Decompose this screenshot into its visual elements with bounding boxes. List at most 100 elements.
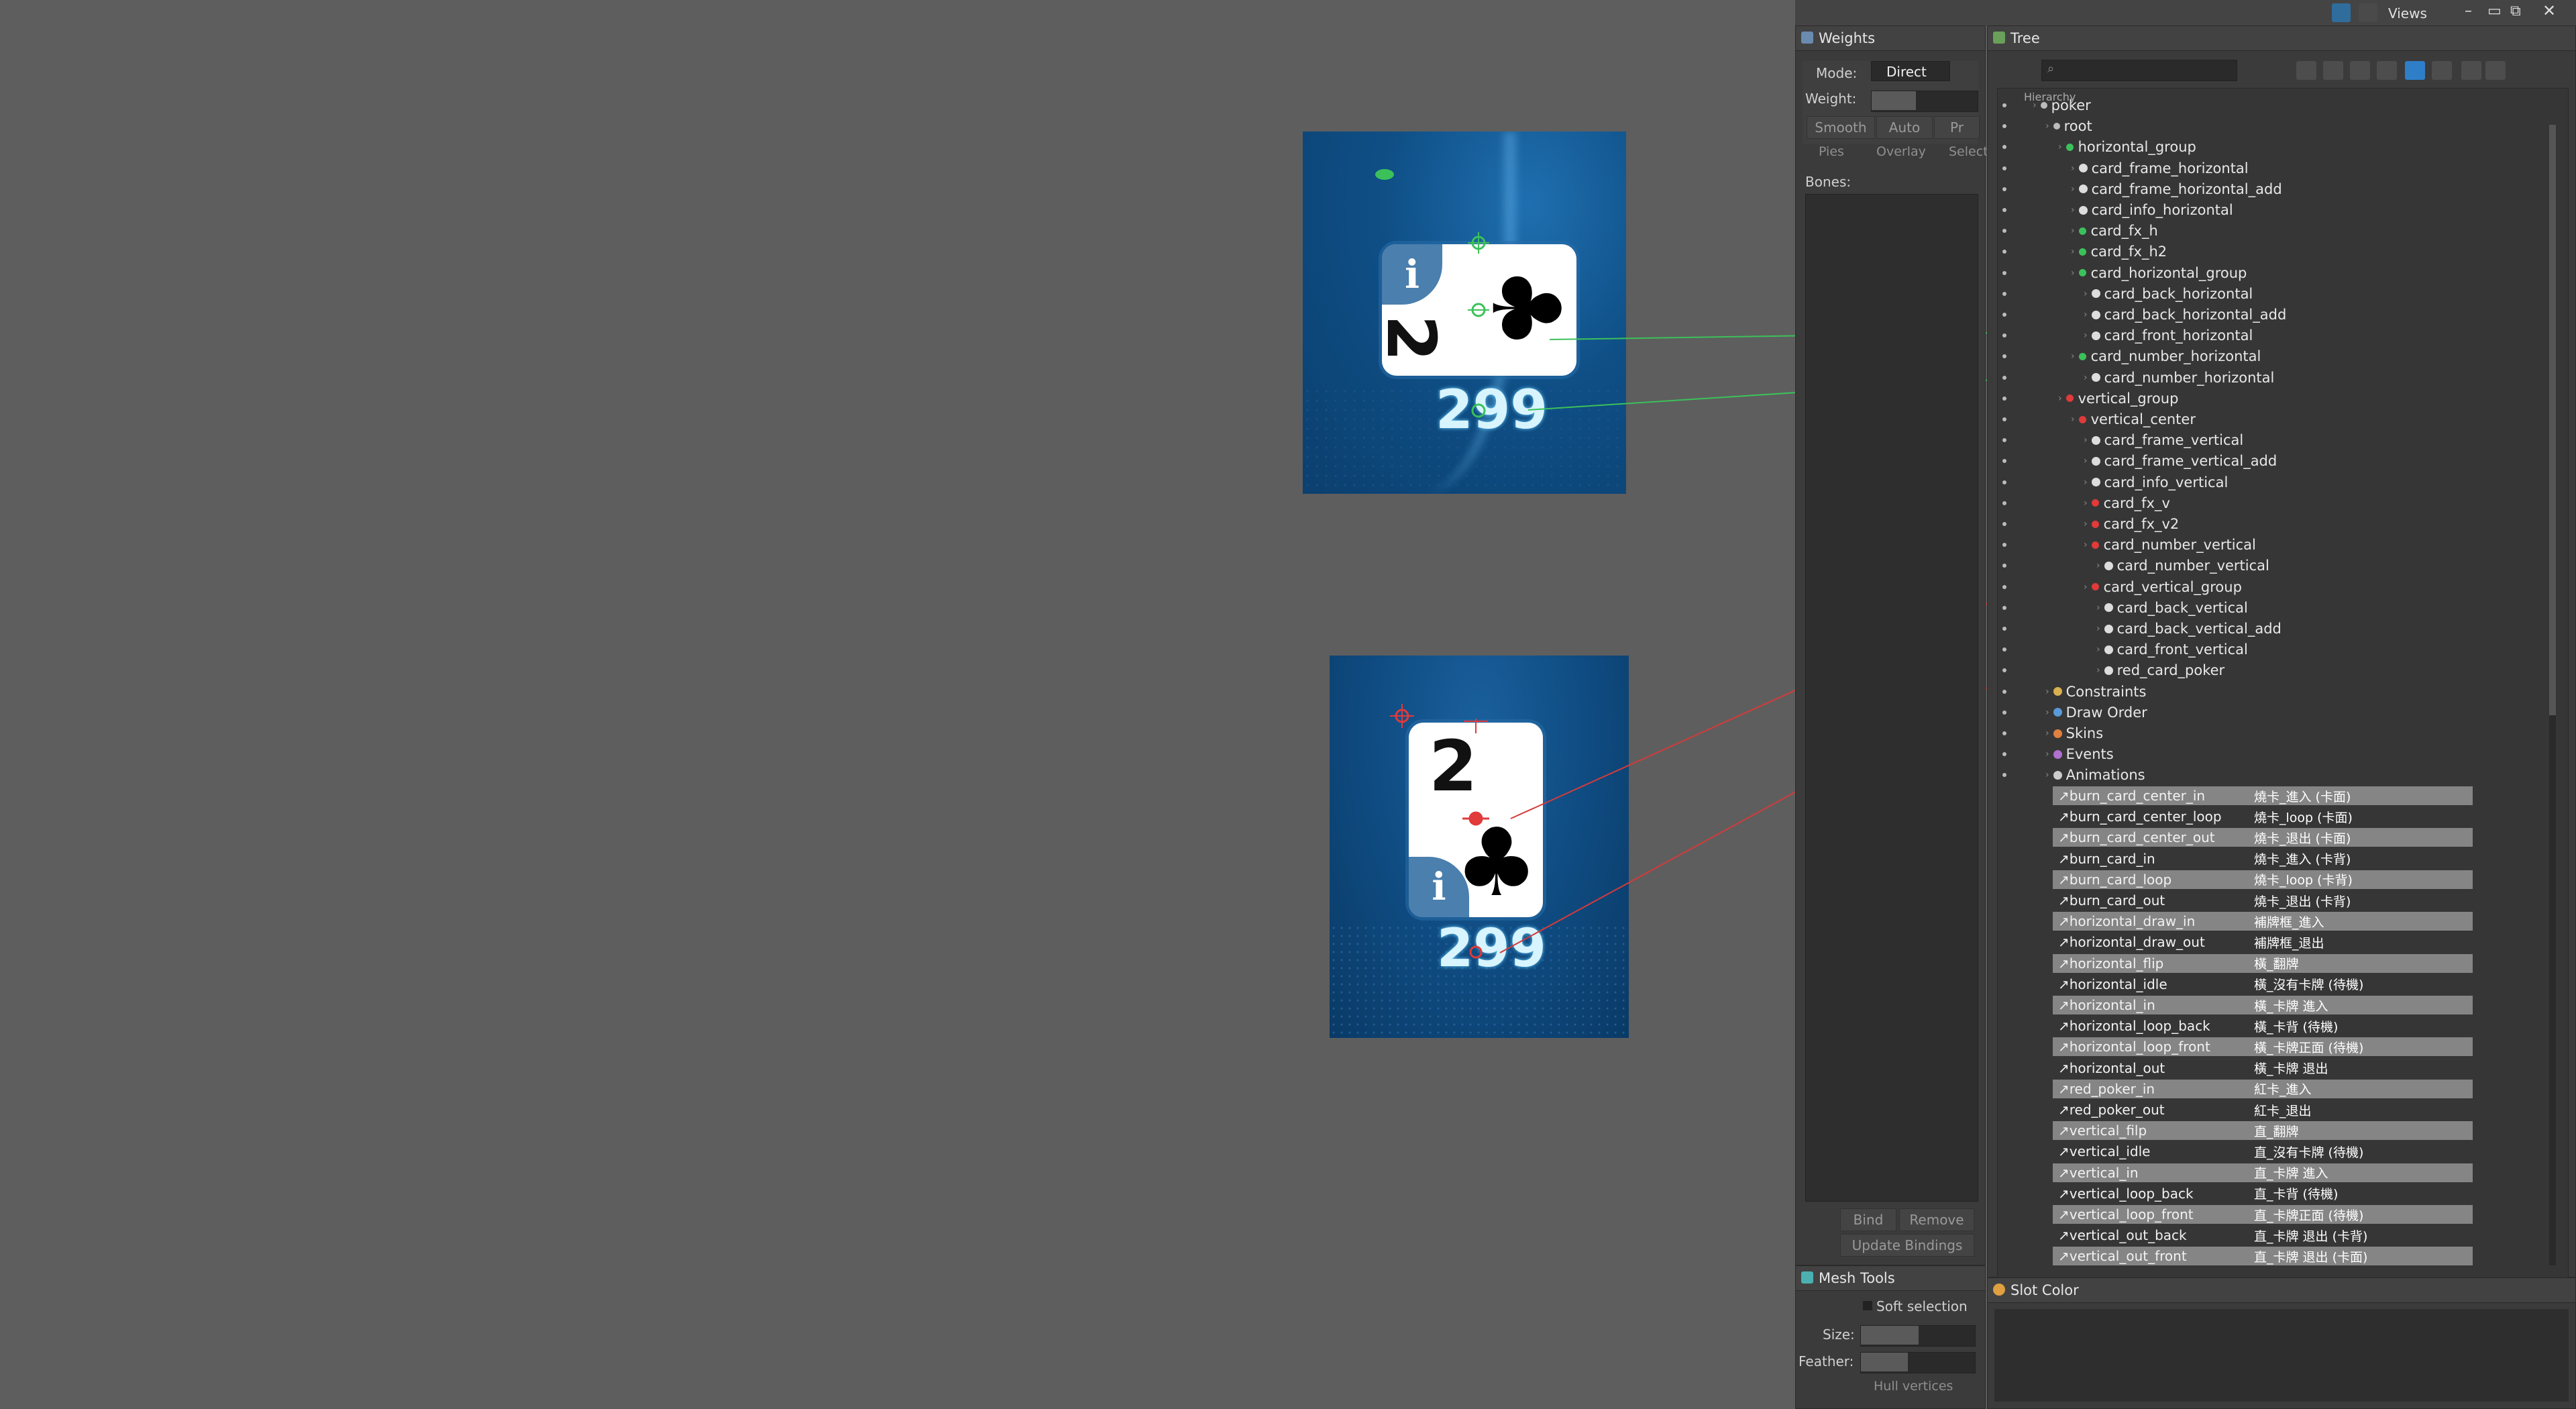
tree-node[interactable]: › red_card_poker: [2096, 660, 2224, 680]
visibility-eye-icon[interactable]: [2002, 396, 2006, 401]
tree-node[interactable]: › card_info_vertical: [2084, 472, 2228, 492]
visibility-eye-icon[interactable]: [2002, 522, 2006, 526]
expand-arrow-icon[interactable]: ›: [2071, 246, 2075, 257]
animation-item[interactable]: ↗horizontal_in 橫_卡牌 進入: [2053, 996, 2473, 1014]
tree-node[interactable]: › vertical_center: [2071, 409, 2196, 429]
expand-arrow-icon[interactable]: ›: [2071, 414, 2075, 425]
animation-item[interactable]: ↗vertical_out_back 直_卡牌 退出 (卡背): [2053, 1226, 2473, 1245]
remove-button[interactable]: Remove: [1899, 1208, 1974, 1231]
visibility-eye-icon[interactable]: [2002, 291, 2006, 296]
tree-node[interactable]: › card_frame_horizontal: [2071, 158, 2249, 178]
tree-node[interactable]: › card_number_horizontal: [2071, 346, 2261, 366]
tree-node[interactable]: › card_fx_h: [2071, 221, 2158, 241]
expand-arrow-icon[interactable]: ›: [2084, 498, 2088, 509]
tree-node[interactable]: › card_info_horizontal: [2071, 200, 2233, 220]
copy-icon[interactable]: [2461, 61, 2481, 80]
expand-arrow-icon[interactable]: ›: [2058, 142, 2062, 152]
hull-vertices-toggle[interactable]: Hull vertices: [1874, 1379, 1953, 1394]
visibility-eye-icon[interactable]: [2002, 710, 2006, 715]
tree-node[interactable]: › Skins: [2045, 723, 2103, 743]
expand-arrow-icon[interactable]: ›: [2084, 372, 2088, 383]
expand-arrow-icon[interactable]: ›: [2084, 456, 2088, 466]
graph-icon[interactable]: [2432, 61, 2452, 80]
smooth-button[interactable]: Smooth: [1807, 116, 1875, 139]
select-toggle[interactable]: Select: [1949, 144, 1988, 159]
visibility-eye-icon[interactable]: [2002, 501, 2006, 505]
tree-node[interactable]: › vertical_group: [2058, 388, 2178, 409]
tree-node[interactable]: › card_fx_h2: [2071, 242, 2167, 262]
tree-node[interactable]: › card_back_vertical: [2096, 598, 2248, 618]
active-tool-icon[interactable]: [2405, 61, 2425, 80]
code-icon[interactable]: [2332, 3, 2351, 22]
tree-node[interactable]: › card_front_horizontal: [2084, 325, 2253, 346]
animation-item[interactable]: ↗burn_card_in 燒卡_進入 (卡背): [2053, 849, 2473, 868]
link-icon[interactable]: [2359, 3, 2377, 22]
tree-node[interactable]: › card_vertical_group: [2084, 577, 2242, 597]
close-icon[interactable]: ✕: [2542, 1, 2556, 20]
soft-selection-checkbox[interactable]: [1863, 1301, 1872, 1310]
expand-arrow-icon[interactable]: ›: [2071, 268, 2075, 278]
expand-arrow-icon[interactable]: ›: [2096, 665, 2100, 676]
feather-slider[interactable]: [1860, 1352, 1976, 1373]
animation-item[interactable]: ↗burn_card_out 燒卡_退出 (卡背): [2053, 891, 2473, 910]
restore-icon[interactable]: ▭: [2487, 3, 2502, 19]
animation-item[interactable]: ↗burn_card_center_in 燒卡_進入 (卡面): [2053, 786, 2473, 805]
expand-arrow-icon[interactable]: ›: [2045, 770, 2049, 780]
tree-node[interactable]: › card_number_horizontal: [2084, 368, 2274, 388]
views-menu[interactable]: Views: [2388, 5, 2427, 21]
overlay-toggle[interactable]: Overlay: [1876, 144, 1926, 159]
animation-item[interactable]: ↗vertical_loop_front 直_卡牌正面 (待機): [2053, 1205, 2473, 1224]
tree-node[interactable]: › root: [2045, 116, 2092, 136]
tree-node[interactable]: › Events: [2045, 744, 2114, 764]
tree-search-input[interactable]: ⌕: [2041, 60, 2237, 81]
animation-item[interactable]: ↗burn_card_center_loop 燒卡_loop (卡面): [2053, 807, 2473, 826]
bind-button[interactable]: Bind: [1840, 1208, 1896, 1231]
expand-arrow-icon[interactable]: ›: [2045, 728, 2049, 739]
expand-arrow-icon[interactable]: ›: [2096, 603, 2100, 613]
tree-node[interactable]: › card_frame_vertical: [2084, 430, 2243, 450]
tree-node[interactable]: › card_front_vertical: [2096, 639, 2248, 660]
expand-arrow-icon[interactable]: ›: [2045, 749, 2049, 760]
visibility-eye-icon[interactable]: [2002, 731, 2006, 735]
animation-item[interactable]: ↗vertical_idle 直_沒有卡牌 (待機): [2053, 1142, 2473, 1161]
expand-arrow-icon[interactable]: ›: [2058, 393, 2062, 404]
minimize-icon[interactable]: –: [2465, 3, 2472, 19]
visibility-eye-icon[interactable]: [2002, 480, 2006, 484]
animation-item[interactable]: ↗burn_card_center_out 燒卡_退出 (卡面): [2053, 828, 2473, 847]
tree-node[interactable]: › horizontal_group: [2058, 137, 2196, 157]
animation-item[interactable]: ↗vertical_in 直_卡牌 進入: [2053, 1163, 2473, 1182]
visibility-eye-icon[interactable]: [2002, 584, 2006, 589]
maximize-icon[interactable]: ⧉: [2510, 3, 2521, 19]
visibility-eye-icon[interactable]: [2002, 689, 2006, 694]
weight-slider[interactable]: [1871, 91, 1978, 112]
animation-item[interactable]: ↗horizontal_loop_front 橫_卡牌正面 (待機): [2053, 1037, 2473, 1057]
expand-arrow-icon[interactable]: ›: [2071, 184, 2075, 195]
animation-item[interactable]: ↗red_poker_out 紅卡_退出: [2053, 1100, 2473, 1119]
bones-list[interactable]: [1805, 194, 1978, 1202]
tree-node[interactable]: › card_horizontal_group: [2071, 263, 2247, 283]
visibility-eye-icon[interactable]: [2002, 313, 2006, 317]
expand-arrow-icon[interactable]: ›: [2071, 163, 2075, 174]
expand-arrow-icon[interactable]: ›: [2045, 686, 2049, 697]
expand-arrow-icon[interactable]: ›: [2084, 539, 2088, 550]
animation-item[interactable]: ↗horizontal_idle 橫_沒有卡牌 (待機): [2053, 975, 2473, 994]
expand-arrow-icon[interactable]: ›: [2071, 351, 2075, 362]
animation-item[interactable]: ↗horizontal_flip 橫_翻牌: [2053, 953, 2473, 973]
auto-button[interactable]: Auto: [1876, 116, 1933, 139]
size-slider[interactable]: [1860, 1325, 1976, 1347]
visibility-eye-icon[interactable]: [2002, 417, 2006, 421]
tree-scrollbar[interactable]: [2549, 125, 2556, 1265]
expand-arrow-icon[interactable]: ›: [2096, 644, 2100, 655]
prune-button[interactable]: Pr: [1934, 116, 1980, 139]
tree-node[interactable]: › card_fx_v2: [2084, 514, 2179, 534]
expand-arrow-icon[interactable]: ›: [2084, 519, 2088, 529]
visibility-eye-icon[interactable]: [2002, 605, 2006, 610]
animation-item[interactable]: ↗horizontal_loop_back 橫_卡背 (待機): [2053, 1016, 2473, 1035]
visibility-eye-icon[interactable]: [2002, 187, 2006, 191]
expand-arrow-icon[interactable]: ›: [2084, 330, 2088, 341]
tree-node[interactable]: › Draw Order: [2045, 702, 2147, 723]
visibility-eye-icon[interactable]: [2002, 208, 2006, 212]
tree-node[interactable]: › card_fx_v: [2084, 493, 2170, 513]
tree-node[interactable]: › card_number_vertical: [2084, 535, 2256, 555]
tree-node[interactable]: › card_back_horizontal: [2084, 284, 2253, 304]
